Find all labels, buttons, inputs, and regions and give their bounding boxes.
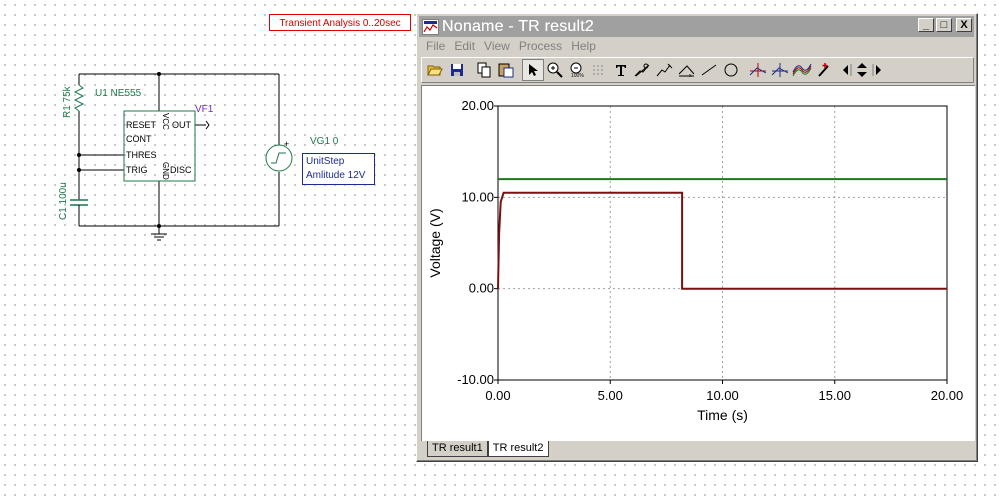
x-axis-label: Time (s) <box>697 407 748 423</box>
pin-disc: DISC <box>170 165 192 175</box>
y-axis-label: Voltage (V) <box>427 208 443 277</box>
pointer-icon[interactable] <box>522 59 544 81</box>
resistor-r1 <box>73 84 85 112</box>
source-amplitude: Amlitude 12V <box>306 170 366 181</box>
x-tick-label: 10.00 <box>706 388 739 403</box>
transient-chart: 0.00 5.00 10.00 15.00 20.00-10.000.0010.0020… <box>427 98 964 423</box>
y-tick-label: 20.00 <box>461 98 494 113</box>
source-parameters: UnitStep Amlitude 12V <box>302 153 375 185</box>
ground-symbol <box>151 233 167 241</box>
menu-help[interactable]: Help <box>568 38 602 55</box>
menu-file[interactable]: File <box>423 38 451 55</box>
pin-reset: RESET <box>126 120 157 130</box>
window-title: Noname - TR result2 <box>442 17 595 35</box>
c1-label: C1 100u <box>58 182 69 220</box>
u1-label: U1 NE555 <box>95 88 142 99</box>
line-icon[interactable] <box>698 59 720 81</box>
svg-text:100%: 100% <box>571 73 584 78</box>
pin-trig: TRIG <box>126 165 148 175</box>
result-tabs: TR result1 TR result2 <box>427 441 549 457</box>
vf1-label: VF1 <box>195 104 214 115</box>
source-type: UnitStep <box>306 156 345 167</box>
schematic-canvas: R1 75k U1 NE555 C1 100u VF1 VG1 0 + RESE… <box>58 72 339 241</box>
result-window: Noname - TR result2 _ □ X File Edit View… <box>416 13 978 462</box>
y-tick-label: 0.00 <box>469 281 494 296</box>
text-icon[interactable] <box>610 59 632 81</box>
menu-view[interactable]: View <box>481 38 516 55</box>
close-button[interactable]: X <box>956 18 972 32</box>
copy-icon[interactable] <box>473 59 495 81</box>
x-tick-label: 20.00 <box>931 388 964 403</box>
r1-label: R1 75k <box>62 85 73 118</box>
x-tick-label: 0.00 <box>485 388 510 403</box>
zoom-in-icon[interactable] <box>544 59 566 81</box>
title-bar[interactable]: Noname - TR result2 _ □ X <box>419 16 974 37</box>
paste-icon[interactable] <box>495 59 517 81</box>
menu-process[interactable]: Process <box>516 38 568 55</box>
pin-vcc: VCC <box>161 113 170 130</box>
menu-bar: File Edit View Process Help <box>423 38 602 55</box>
minimize-button[interactable]: _ <box>918 18 934 32</box>
cursor-blue-icon[interactable] <box>769 59 791 81</box>
open-icon[interactable] <box>424 59 446 81</box>
pin-thres: THRES <box>126 150 157 160</box>
pin-gnd: GND <box>161 162 170 180</box>
analysis-label: Transient Analysis 0..20sec <box>269 14 411 31</box>
x-tick-label: 15.00 <box>818 388 851 403</box>
curves-icon[interactable] <box>791 59 813 81</box>
toolbar: 100% x <box>421 57 974 83</box>
cursor-red-icon[interactable] <box>747 59 769 81</box>
tab-tr-result2[interactable]: TR result2 <box>487 441 549 457</box>
ellipse-icon[interactable] <box>720 59 742 81</box>
maximize-button[interactable]: □ <box>936 18 952 32</box>
pin-out: OUT <box>172 120 192 130</box>
x-tick-label: 5.00 <box>598 388 623 403</box>
plus-sign: + <box>284 139 289 149</box>
vg1-label: VG1 0 <box>310 136 339 147</box>
cursor-b-icon[interactable] <box>654 59 676 81</box>
y-tick-label: 10.00 <box>461 189 494 204</box>
menu-edit[interactable]: Edit <box>451 38 481 55</box>
cursor-a-icon[interactable] <box>632 59 654 81</box>
pin-cont: CONT <box>126 134 152 144</box>
save-icon[interactable] <box>446 59 468 81</box>
capacitor-c1 <box>70 199 88 206</box>
zoom-100-icon[interactable]: 100% <box>566 59 588 81</box>
arrows-icon[interactable] <box>840 59 884 81</box>
app-icon <box>422 18 439 35</box>
pen-icon[interactable] <box>813 59 835 81</box>
tab-tr-result1[interactable]: TR result1 <box>427 441 488 457</box>
cursor-c-icon[interactable]: x <box>676 59 698 81</box>
y-tick-label: -10.00 <box>457 372 494 387</box>
grid-icon[interactable] <box>588 59 610 81</box>
plot-area[interactable]: 0.00 5.00 10.00 15.00 20.00 -10.00 0.00 10.00 20… <box>421 85 975 441</box>
